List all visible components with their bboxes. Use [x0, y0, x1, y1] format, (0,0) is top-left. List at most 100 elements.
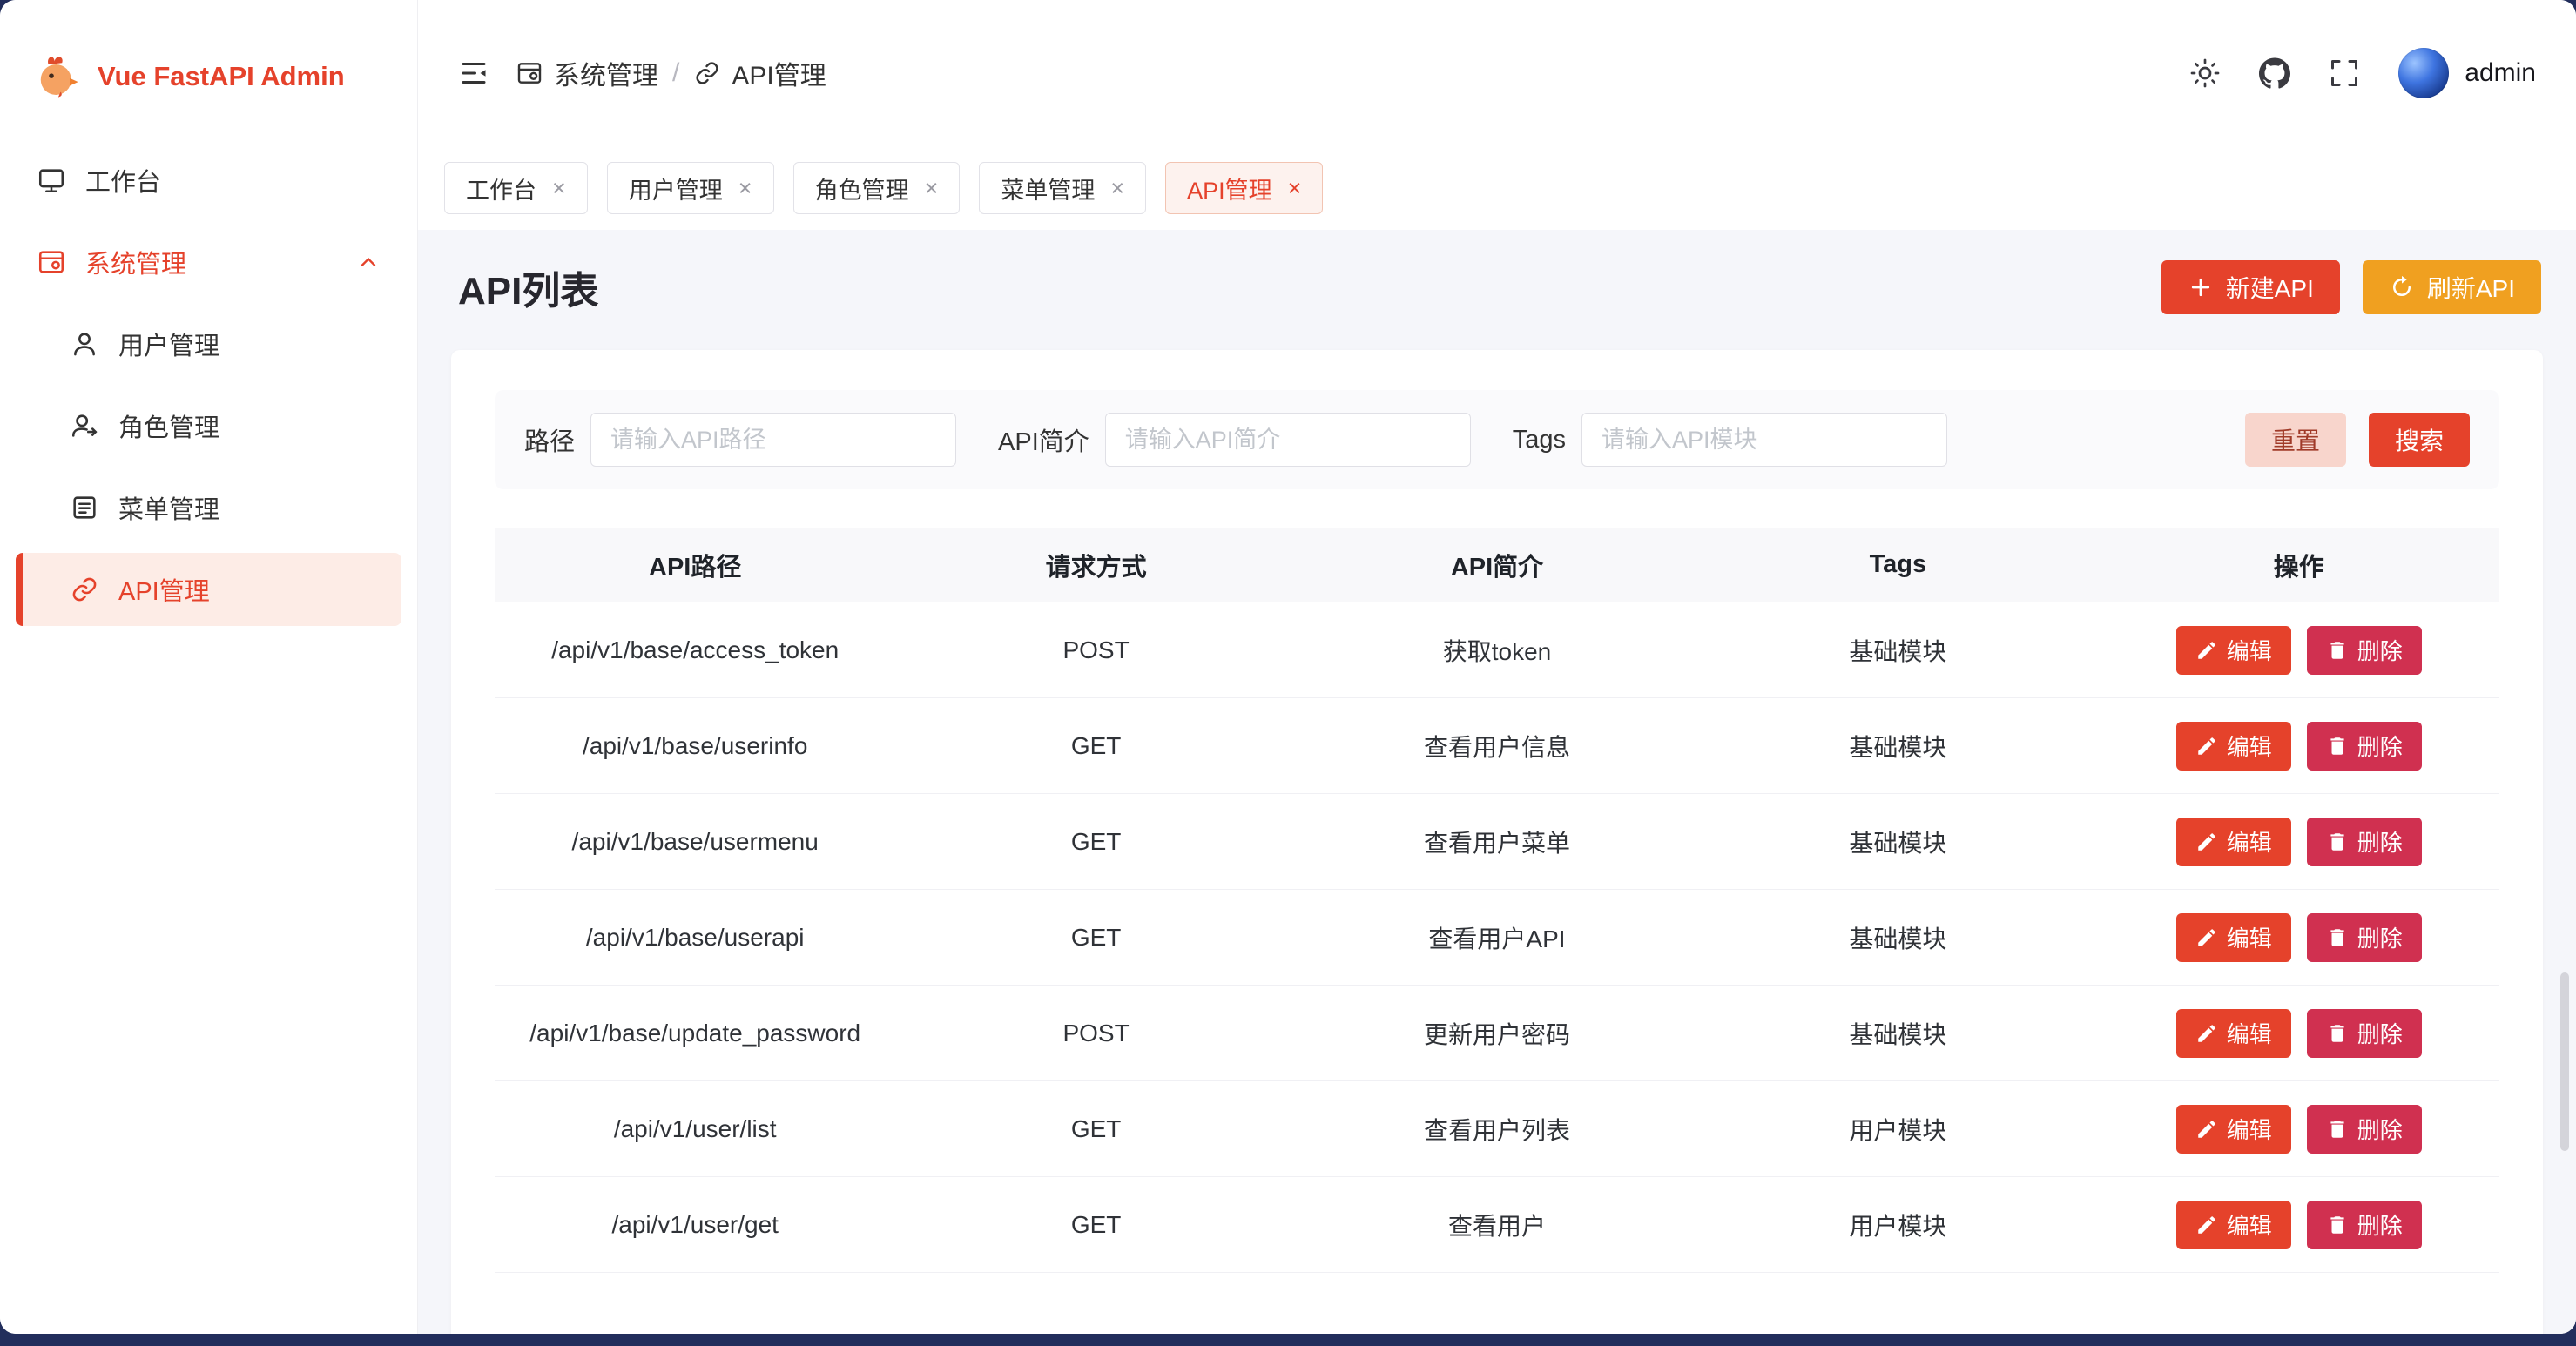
breadcrumb-separator: /	[672, 58, 679, 88]
method-cell: GET	[895, 732, 1296, 760]
scrollbar-thumb[interactable]	[2560, 972, 2569, 1151]
pencil-icon	[2195, 1022, 2218, 1045]
table-row: /api/v1/user/list GET 查看用户列表 用户模块 编辑 删除	[495, 1081, 2499, 1177]
table-row: /api/v1/base/usermenu GET 查看用户菜单 基础模块 编辑…	[495, 794, 2499, 890]
pencil-icon	[2195, 1214, 2218, 1236]
sidebar-menu: 工作台 系统管理 用户管理 角色管理	[0, 144, 417, 626]
sidebar-item-api-management[interactable]: API管理	[16, 553, 401, 626]
tab-role-management[interactable]: 角色管理 ×	[793, 162, 961, 214]
table-row: /api/v1/base/access_token POST 获取token 基…	[495, 602, 2499, 698]
breadcrumb-label: API管理	[732, 54, 826, 92]
delete-button[interactable]: 删除	[2307, 913, 2422, 962]
delete-label: 删除	[2357, 730, 2403, 762]
tab-label: 菜单管理	[1001, 172, 1095, 205]
edit-label: 编辑	[2227, 634, 2272, 666]
edit-button[interactable]: 编辑	[2176, 1009, 2291, 1058]
sidebar-item-user-management[interactable]: 用户管理	[16, 307, 401, 380]
sidebar-item-label: 角色管理	[118, 407, 219, 444]
tab-menu-management[interactable]: 菜单管理 ×	[979, 162, 1146, 214]
edit-button[interactable]: 编辑	[2176, 1105, 2291, 1154]
edit-button[interactable]: 编辑	[2176, 1201, 2291, 1249]
method-cell: GET	[895, 1115, 1296, 1143]
summary-cell: 查看用户	[1297, 1208, 1697, 1242]
path-filter-input[interactable]	[590, 413, 956, 467]
fullscreen-icon[interactable]	[2329, 57, 2360, 89]
row-actions: 编辑 删除	[2099, 1009, 2499, 1058]
sidebar-item-role-management[interactable]: 角色管理	[16, 389, 401, 462]
delete-label: 删除	[2357, 1017, 2403, 1049]
close-icon[interactable]: ×	[1110, 177, 1124, 200]
close-icon[interactable]: ×	[738, 177, 752, 200]
pencil-icon	[2195, 639, 2218, 662]
monitor-icon	[37, 165, 66, 195]
api-path-cell: /api/v1/base/userinfo	[495, 732, 895, 760]
delete-button[interactable]: 删除	[2307, 818, 2422, 866]
tab-workbench[interactable]: 工作台 ×	[444, 162, 588, 214]
close-icon[interactable]: ×	[1288, 177, 1302, 200]
plus-icon	[2188, 274, 2214, 300]
row-actions: 编辑 删除	[2099, 1105, 2499, 1154]
header-actions: admin	[2189, 48, 2536, 98]
tab-api-management[interactable]: API管理 ×	[1165, 162, 1323, 214]
edit-button[interactable]: 编辑	[2176, 913, 2291, 962]
api-link-icon	[693, 59, 721, 87]
github-icon[interactable]	[2259, 57, 2290, 89]
delete-button[interactable]: 删除	[2307, 1009, 2422, 1058]
method-cell: POST	[895, 1020, 1296, 1047]
tags-cell: 基础模块	[1697, 729, 2098, 764]
delete-button[interactable]: 删除	[2307, 626, 2422, 675]
system-settings-icon	[37, 247, 66, 277]
tab-bar: 工作台 × 用户管理 × 角色管理 × 菜单管理 × API管理 ×	[418, 146, 2576, 230]
tab-label: 角色管理	[815, 172, 909, 205]
table-row: /api/v1/base/userinfo GET 查看用户信息 基础模块 编辑…	[495, 698, 2499, 794]
tags-cell: 基础模块	[1697, 1016, 2098, 1051]
trash-icon	[2326, 831, 2349, 853]
refresh-api-label: 刷新API	[2427, 270, 2515, 305]
user-menu[interactable]: admin	[2398, 48, 2536, 98]
pencil-icon	[2195, 735, 2218, 757]
search-button[interactable]: 搜索	[2369, 413, 2470, 467]
close-icon[interactable]: ×	[552, 177, 566, 200]
delete-button[interactable]: 删除	[2307, 722, 2422, 771]
breadcrumb-item-system[interactable]: 系统管理	[516, 54, 658, 92]
close-icon[interactable]: ×	[925, 177, 939, 200]
trash-icon	[2326, 926, 2349, 949]
sidebar-item-label: 用户管理	[118, 326, 219, 362]
tab-user-management[interactable]: 用户管理 ×	[607, 162, 774, 214]
edit-button[interactable]: 编辑	[2176, 818, 2291, 866]
trash-icon	[2326, 1214, 2349, 1236]
column-header-actions: 操作	[2099, 547, 2499, 583]
api-table: API路径 请求方式 API简介 Tags 操作 /api/v1/base/ac…	[495, 528, 2499, 1273]
tags-cell: 用户模块	[1697, 1208, 2098, 1242]
delete-button[interactable]: 删除	[2307, 1201, 2422, 1249]
delete-label: 删除	[2357, 1113, 2403, 1145]
method-cell: GET	[895, 924, 1296, 952]
sidebar-item-workbench[interactable]: 工作台	[16, 144, 401, 217]
sidebar-item-menu-management[interactable]: 菜单管理	[16, 471, 401, 544]
app-title: Vue FastAPI Admin	[98, 61, 345, 92]
sidebar-item-system-management[interactable]: 系统管理	[16, 225, 401, 299]
edit-button[interactable]: 编辑	[2176, 722, 2291, 771]
reset-button[interactable]: 重置	[2245, 413, 2346, 467]
trash-icon	[2326, 735, 2349, 757]
api-table-card: 路径 API简介 Tags 重置 搜索 API路径 请求方式 API简介 T	[451, 350, 2543, 1334]
path-filter-label: 路径	[524, 421, 575, 458]
refresh-api-button[interactable]: 刷新API	[2363, 260, 2541, 314]
delete-label: 删除	[2357, 634, 2403, 666]
app-logo[interactable]: Vue FastAPI Admin	[0, 0, 417, 144]
row-actions: 编辑 删除	[2099, 626, 2499, 675]
trash-icon	[2326, 1022, 2349, 1045]
sun-icon[interactable]	[2189, 57, 2221, 89]
pencil-icon	[2195, 1118, 2218, 1141]
create-api-button[interactable]: 新建API	[2161, 260, 2340, 314]
summary-cell: 查看用户菜单	[1297, 824, 1697, 859]
tags-filter-input[interactable]	[1581, 413, 1947, 467]
summary-filter-input[interactable]	[1105, 413, 1471, 467]
delete-button[interactable]: 删除	[2307, 1105, 2422, 1154]
breadcrumb-item-api[interactable]: API管理	[693, 54, 826, 92]
summary-cell: 查看用户信息	[1297, 729, 1697, 764]
main-area: 系统管理 / API管理	[418, 0, 2576, 1334]
query-bar: 路径 API简介 Tags 重置 搜索	[495, 390, 2499, 489]
edit-button[interactable]: 编辑	[2176, 626, 2291, 675]
collapse-sidebar-icon[interactable]	[458, 57, 489, 89]
